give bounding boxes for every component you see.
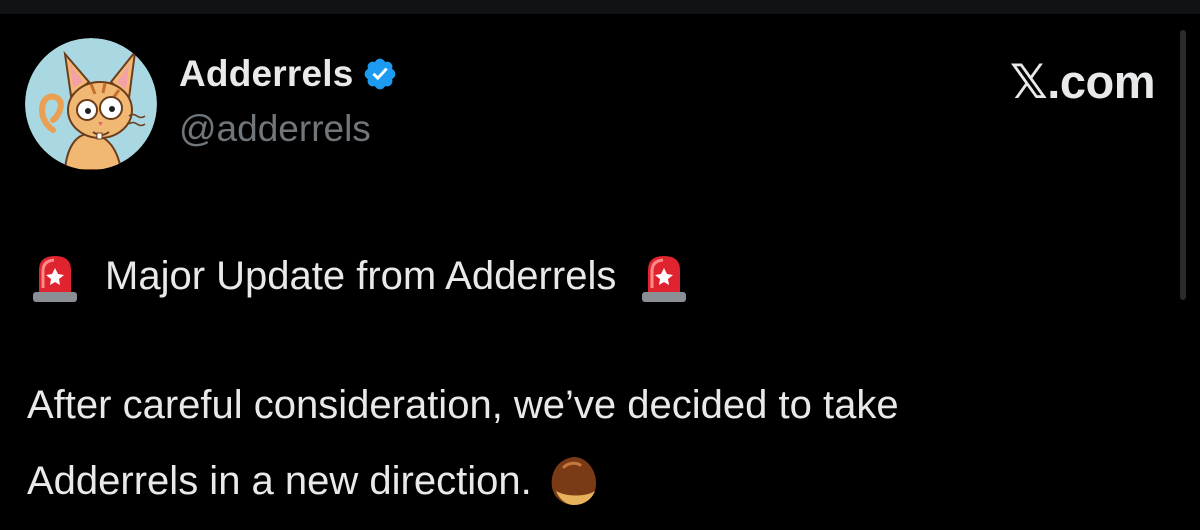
verified-badge-icon bbox=[364, 58, 395, 90]
tweet-body-line-row: Adderrels in a new direction. bbox=[27, 453, 602, 509]
police-light-icon bbox=[27, 248, 83, 304]
scrollbar[interactable] bbox=[1180, 30, 1186, 300]
display-name[interactable]: Adderrels bbox=[179, 53, 354, 95]
avatar[interactable] bbox=[25, 38, 157, 170]
police-light-icon bbox=[636, 248, 692, 304]
cartoon-cat-avatar-icon bbox=[25, 38, 157, 170]
window-top-bar bbox=[0, 0, 1200, 14]
tweet-body-line: After careful consideration, we’ve decid… bbox=[27, 383, 899, 427]
x-com-brand: 𝕏.com bbox=[1009, 55, 1156, 108]
tweet-body-line: Adderrels in a new direction. bbox=[27, 458, 532, 503]
tweet-headline-row: Major Update from Adderrels bbox=[27, 248, 692, 304]
chestnut-icon bbox=[546, 453, 602, 509]
user-handle[interactable]: @adderrels bbox=[179, 108, 371, 150]
author-name-row: Adderrels bbox=[179, 50, 398, 98]
tweet-headline: Major Update from Adderrels bbox=[105, 253, 617, 298]
